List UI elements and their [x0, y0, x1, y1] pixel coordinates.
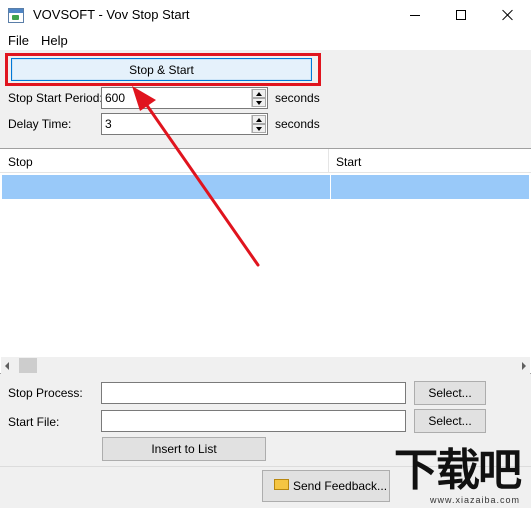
window-title: VOVSOFT - Vov Stop Start: [33, 7, 190, 22]
column-header-stop[interactable]: Stop: [1, 149, 329, 173]
period-spin-arrows: [251, 89, 266, 107]
period-label: Stop Start Period:: [8, 91, 103, 105]
scroll-left-icon[interactable]: [5, 362, 9, 370]
process-list[interactable]: Stop Start: [0, 148, 531, 374]
app-window: VOVSOFT - Vov Stop Start File Help Stop …: [0, 0, 531, 508]
menu-file[interactable]: File: [8, 33, 29, 48]
arrow-down-icon: [256, 126, 262, 131]
watermark-text: 下载吧: [394, 445, 522, 496]
watermark-url: www.xiazaiba.com: [430, 495, 521, 505]
send-feedback-label: Send Feedback...: [293, 479, 388, 493]
insert-to-list-button[interactable]: Insert to List: [102, 437, 266, 461]
delay-label: Delay Time:: [8, 117, 72, 131]
delay-value: 3: [105, 117, 112, 131]
list-row[interactable]: [2, 175, 529, 199]
menu-bar: File Help: [0, 30, 531, 50]
envelope-icon: [274, 479, 289, 490]
arrow-up-icon: [256, 117, 262, 122]
stop-process-input[interactable]: [101, 382, 406, 404]
select-file-button[interactable]: Select...: [414, 409, 486, 433]
close-icon: [502, 9, 514, 21]
app-window-icon: [8, 8, 24, 23]
title-bar: VOVSOFT - Vov Stop Start: [0, 0, 531, 30]
period-unit: seconds: [275, 91, 320, 105]
period-spinner[interactable]: 600: [101, 87, 268, 109]
scroll-right-icon[interactable]: [522, 362, 526, 370]
arrow-up-icon: [256, 91, 262, 96]
period-up-button[interactable]: [252, 89, 266, 98]
arrow-down-icon: [256, 100, 262, 105]
row-divider: [330, 175, 331, 199]
delay-spinner[interactable]: 3: [101, 113, 268, 135]
delay-unit: seconds: [275, 117, 320, 131]
close-button[interactable]: [485, 0, 531, 30]
period-value: 600: [105, 91, 126, 105]
period-down-button[interactable]: [252, 98, 266, 107]
highlight-box: [5, 53, 321, 86]
send-feedback-button[interactable]: Send Feedback...: [262, 470, 390, 502]
column-header-start[interactable]: Start: [329, 149, 530, 173]
list-header: Stop Start: [0, 149, 531, 173]
menu-help[interactable]: Help: [41, 33, 68, 48]
delay-up-button[interactable]: [252, 115, 266, 124]
delay-spin-arrows: [251, 115, 266, 133]
minimize-button[interactable]: [392, 0, 438, 30]
horizontal-scrollbar[interactable]: [1, 357, 530, 374]
minimize-icon: [410, 14, 420, 16]
select-process-button[interactable]: Select...: [414, 381, 486, 405]
maximize-button[interactable]: [438, 0, 484, 30]
watermark-logo: 下载吧 www.xiazaiba.com: [392, 446, 531, 508]
scroll-thumb[interactable]: [19, 358, 37, 373]
start-file-label: Start File:: [8, 415, 60, 429]
start-file-input[interactable]: [101, 410, 406, 432]
delay-down-button[interactable]: [252, 124, 266, 133]
maximize-icon: [456, 10, 466, 20]
stop-process-label: Stop Process:: [8, 386, 83, 400]
